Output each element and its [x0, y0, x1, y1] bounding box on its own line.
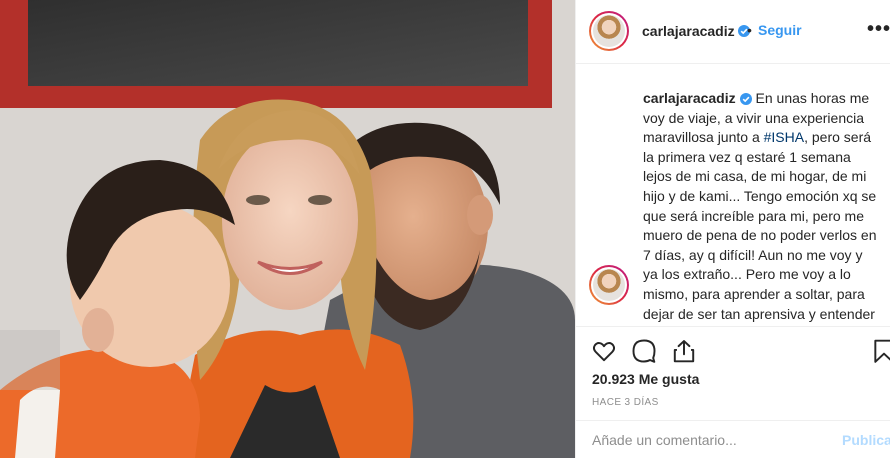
more-options-icon[interactable]: ••• [867, 18, 890, 41]
header-separator: • [747, 22, 752, 38]
caption-text: carlajaracadiz En unas horas me voy de v… [643, 89, 881, 326]
post-header: carlajaracadiz • Seguir ••• [576, 0, 890, 64]
likes-count[interactable]: 20.923 Me gusta [592, 371, 699, 387]
post-actions [576, 330, 890, 374]
post-photo[interactable] [0, 0, 575, 458]
comment-icon[interactable] [631, 338, 657, 364]
post-side-panel: carlajaracadiz • Seguir ••• carlajaracad… [575, 0, 890, 458]
publish-button[interactable]: Publicar [842, 432, 890, 448]
follow-button[interactable]: Seguir [758, 22, 802, 38]
commenter-avatar[interactable] [589, 265, 629, 305]
caption-scroll-area[interactable]: carlajaracadiz En unas horas me voy de v… [576, 65, 890, 327]
comment-input[interactable] [592, 421, 832, 458]
share-icon[interactable] [671, 338, 697, 364]
caption-body-end: , pero será la primera vez q estaré 1 se… [643, 129, 877, 326]
bookmark-icon[interactable] [871, 338, 890, 364]
selfie-image [0, 0, 575, 458]
comment-bar: Publicar [576, 420, 890, 458]
hashtag-link[interactable]: #ISHA [764, 129, 804, 145]
verified-badge-icon [739, 93, 752, 105]
caption-username[interactable]: carlajaracadiz [643, 90, 736, 106]
author-avatar[interactable] [589, 11, 629, 51]
post-timestamp[interactable]: HACE 3 DÍAS [592, 397, 659, 408]
heart-icon[interactable] [591, 338, 617, 364]
author-username[interactable]: carlajaracadiz [642, 23, 735, 39]
